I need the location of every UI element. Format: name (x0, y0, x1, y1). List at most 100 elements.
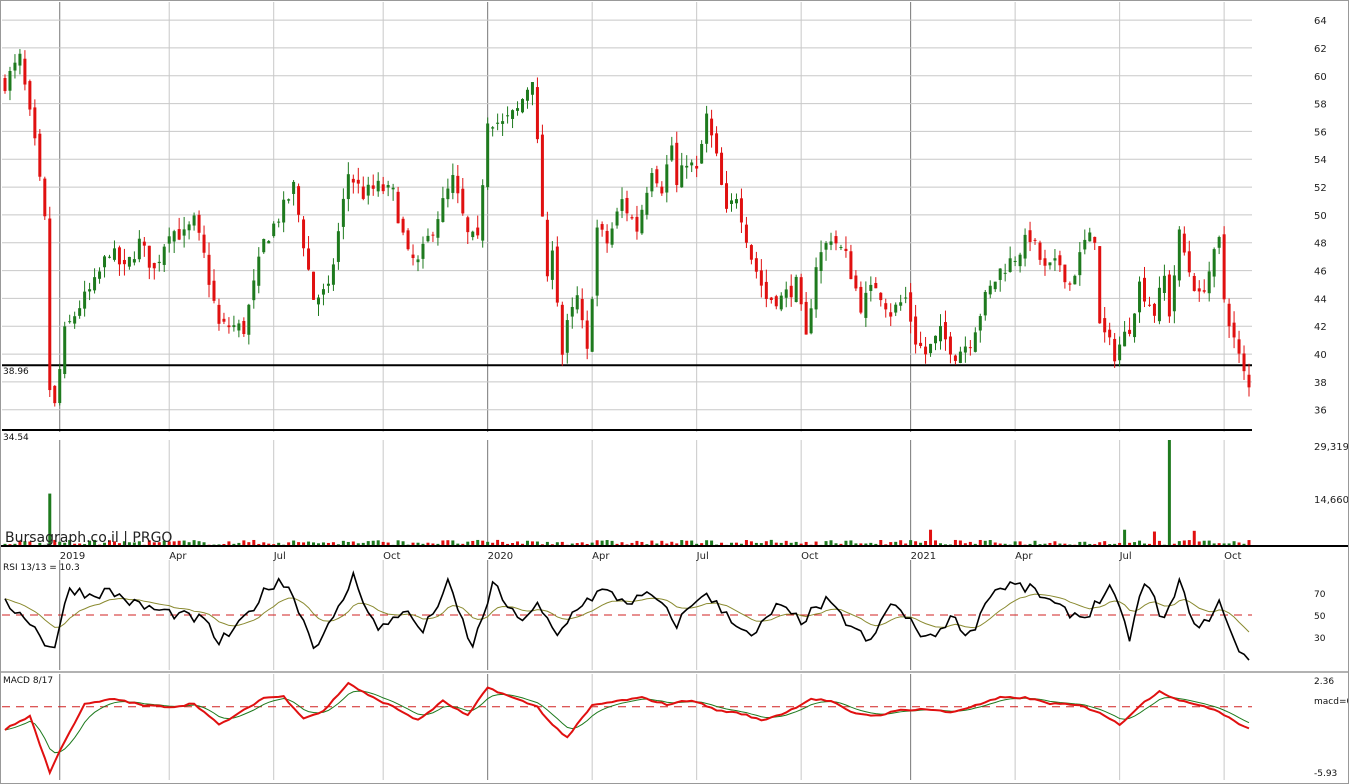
candle-body (690, 162, 694, 166)
rsi-title: RSI 13/13 = 10.3 (3, 563, 80, 573)
candle-body (48, 218, 52, 391)
candle-body (391, 187, 395, 190)
candle-body (670, 145, 674, 161)
candle-body (764, 281, 768, 300)
support-line-label: 34.54 (3, 433, 29, 443)
candle-body (152, 262, 156, 269)
candle-body (227, 325, 231, 328)
candle-body (142, 241, 146, 246)
candle-body (610, 228, 614, 245)
candle-body (1157, 287, 1161, 322)
candle-body (869, 284, 873, 291)
candle-body (739, 198, 743, 223)
candle-body (1202, 290, 1206, 292)
candle-body (1237, 339, 1241, 354)
candle-body (411, 254, 415, 259)
candle-body (1078, 252, 1082, 276)
price-axis-label: 42 (1314, 322, 1327, 333)
candle-body (650, 173, 654, 192)
candle-body (451, 175, 455, 193)
candle-body (854, 275, 858, 289)
candle-body (496, 122, 500, 124)
price-axis-label: 38 (1314, 378, 1327, 389)
candle-body (127, 256, 131, 267)
candle-body (1013, 260, 1017, 263)
price-axis-label: 46 (1314, 267, 1327, 278)
candle-body (1167, 274, 1171, 317)
candle-body (769, 297, 773, 301)
candle-body (710, 118, 714, 136)
candle-body (63, 326, 67, 375)
candle-body (257, 256, 261, 286)
candle-body (839, 247, 843, 249)
candle-body (381, 184, 385, 192)
candle-body (1138, 281, 1142, 313)
candle-body (376, 180, 380, 192)
candle-body (1113, 338, 1117, 362)
candle-body (894, 304, 898, 313)
candle-body (38, 133, 42, 177)
candle-body (859, 286, 863, 313)
candle-body (919, 342, 923, 346)
candle-body (197, 214, 201, 233)
candle-body (550, 250, 554, 280)
candle-body (521, 99, 525, 113)
macd-zero-label: macd=0 (1314, 697, 1349, 707)
candle-body (1038, 242, 1042, 260)
candle-body (570, 306, 574, 317)
price-panel: 36 38 40 42 44 46 48 50 52 54 56 58 60 62 64 38.96 34.54 (2, 16, 1327, 443)
x-tick-label: Oct (801, 551, 818, 562)
candle-body (1207, 271, 1211, 294)
candle-body (431, 234, 435, 236)
candle-body (83, 291, 87, 309)
candle-body (187, 224, 191, 231)
candle-body (625, 197, 629, 214)
candle-body (1242, 353, 1246, 372)
rsi-axis-label: 70 (1314, 590, 1326, 600)
candle-body (237, 323, 241, 331)
candle-body (968, 347, 972, 349)
candle-body (491, 127, 495, 129)
rsi-axis-label: 50 (1314, 612, 1326, 622)
candle-body (292, 181, 296, 194)
candle-body (371, 185, 375, 189)
candle-body (312, 271, 316, 300)
candle-body (471, 231, 475, 238)
grid-lines: 2019 Apr Jul Oct 2020 Apr Jul Oct 2021 Apr Jul Oct (2, 2, 1252, 780)
candle-body (361, 186, 365, 199)
candle-body (316, 297, 320, 305)
candle-body (645, 192, 649, 215)
candle-body (530, 82, 534, 95)
candle-body (267, 241, 271, 244)
candle-body (844, 248, 848, 252)
volume-bar (1152, 531, 1156, 546)
candle-body (660, 186, 664, 194)
candle-body (1003, 272, 1007, 274)
volume-bar (1123, 529, 1127, 546)
candle-body (675, 142, 679, 186)
candle-body (277, 221, 281, 223)
panel-frames (0, 0, 1349, 784)
candle-body (814, 267, 818, 310)
candle-body (924, 346, 928, 355)
candle-body (909, 292, 913, 322)
candle-body (580, 298, 584, 321)
macd-line (4, 681, 1250, 776)
candle-body (1053, 258, 1057, 261)
candle-body (595, 227, 599, 296)
candle-body (1143, 277, 1147, 302)
candle-body (1018, 254, 1022, 267)
candle-body (117, 247, 121, 265)
candle-body (1058, 255, 1062, 266)
candle-body (590, 299, 594, 352)
x-tick-label: Oct (1224, 551, 1241, 562)
x-tick-label: Oct (383, 551, 400, 562)
candle-body (336, 231, 340, 262)
candle-body (729, 200, 733, 204)
candle-body (744, 224, 748, 243)
candle-body (655, 169, 659, 184)
macd-axis-label: -5.93 (1314, 769, 1337, 779)
candle-body (1217, 237, 1221, 248)
candle-body (585, 320, 589, 349)
x-tick-label: Apr (1015, 551, 1033, 562)
